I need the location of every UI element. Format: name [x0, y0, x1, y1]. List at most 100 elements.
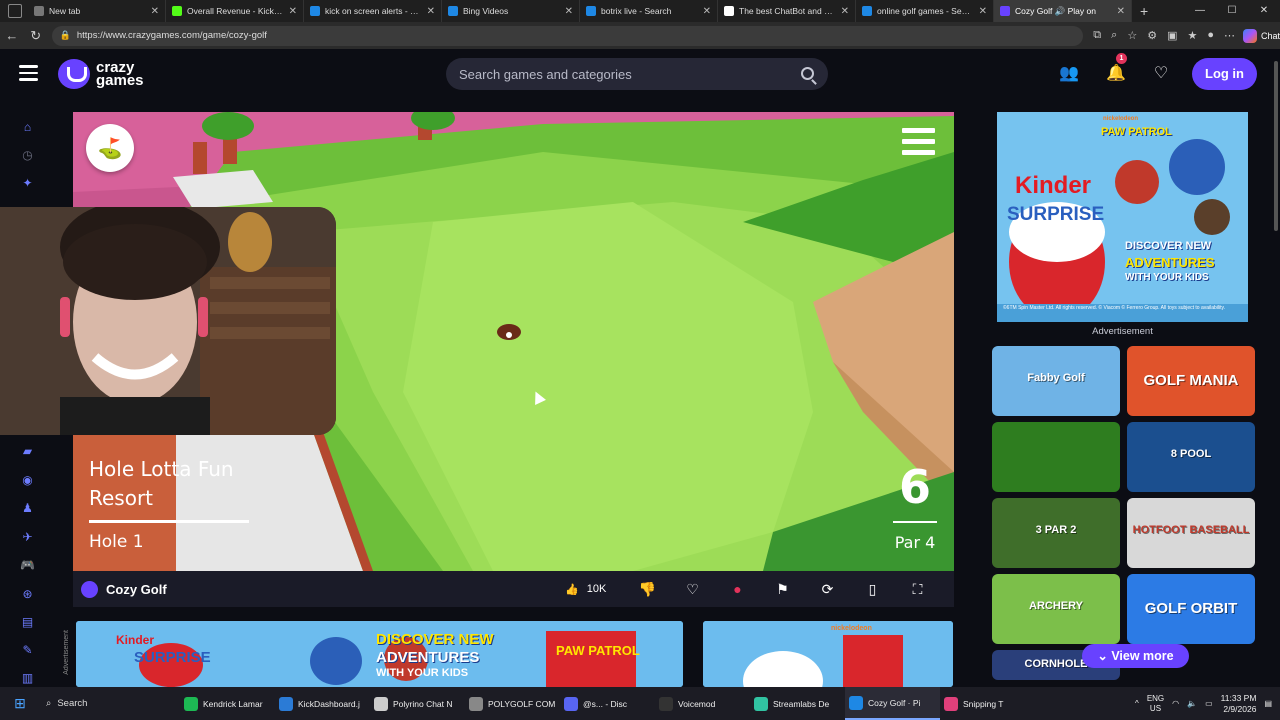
taskbar-app[interactable]: Streamlabs De — [750, 687, 845, 720]
tray-chevron-icon[interactable]: ^ — [1135, 699, 1139, 708]
friends-icon[interactable]: 👥 — [1058, 63, 1080, 85]
tab-close-icon[interactable]: ✕ — [151, 6, 159, 17]
game-thumbnail[interactable]: Fabby Golf — [992, 346, 1120, 416]
more-menu-icon[interactable]: ⋯ — [1224, 29, 1235, 42]
home-icon[interactable]: ⌂ — [20, 120, 35, 135]
favorite-icon[interactable]: ☆ — [1127, 29, 1137, 42]
more-categories-icon[interactable]: ▥ — [20, 671, 35, 686]
clicker-games-icon[interactable]: ◉ — [20, 473, 35, 488]
camera-toggle-icon[interactable]: ⛳ — [86, 124, 134, 172]
bottom-square-ad[interactable]: nickelodeon — [703, 621, 953, 687]
minimize-button[interactable]: — — [1184, 0, 1216, 22]
tab-close-icon[interactable]: ✕ — [979, 6, 987, 17]
extensions-icon[interactable]: ⚙ — [1147, 29, 1157, 42]
game-thumbnail[interactable]: GOLF ORBIT — [1127, 574, 1255, 644]
taskbar-app[interactable]: Snipping T — [940, 687, 1035, 720]
mobile-icon[interactable]: ▯ — [850, 581, 895, 598]
taskbar-app[interactable]: @s... - Disc — [560, 687, 655, 720]
logo-text: crazy games — [96, 60, 144, 88]
game-menu-icon[interactable] — [902, 128, 935, 156]
fullscreen-icon[interactable]: ⛶ — [895, 581, 940, 598]
favorites-bar-icon[interactable]: ★ — [1187, 29, 1197, 42]
tab-close-icon[interactable]: ✕ — [427, 6, 435, 17]
volume-icon[interactable]: 🔈 — [1187, 699, 1197, 708]
kids-mode-icon[interactable]: ● — [715, 581, 760, 597]
report-icon[interactable]: ⚑ — [760, 581, 805, 598]
search-icon[interactable] — [801, 67, 814, 80]
like-button[interactable]: 👍 10K — [565, 583, 625, 596]
car-games-icon[interactable]: ▰ — [20, 444, 35, 459]
browser-tab[interactable]: Cozy Golf 🔊 Play on ✕ — [994, 0, 1132, 22]
tab-favicon-icon — [1000, 6, 1010, 16]
windows-start-icon[interactable]: ⊞ — [0, 695, 40, 712]
split-screen-icon[interactable]: ▣ — [1167, 29, 1177, 42]
browser-tab[interactable]: The best ChatBot and Widge ✕ — [718, 0, 856, 22]
new-games-icon[interactable]: ✦ — [20, 176, 35, 191]
controller-icon[interactable]: 🎮 — [20, 558, 35, 573]
login-button[interactable]: Log in — [1192, 58, 1257, 90]
game-thumbnail[interactable]: HOTFOOT BASEBALL — [1127, 498, 1255, 568]
game-thumbnail[interactable]: GOLF MANIA — [1127, 346, 1255, 416]
tab-close-icon[interactable]: ✕ — [703, 6, 711, 17]
browser-tab[interactable]: New tab ✕ — [28, 0, 166, 22]
tab-close-icon[interactable]: ✕ — [841, 6, 849, 17]
view-more-button[interactable]: ⌄ View more — [1082, 644, 1189, 668]
tab-close-icon[interactable]: ✕ — [1117, 6, 1125, 17]
taskbar-app[interactable]: Voicemod — [655, 687, 750, 720]
game-thumbnail[interactable]: 8 POOL — [1127, 422, 1255, 492]
favorite-heart-icon[interactable]: ♡ — [670, 581, 715, 598]
maximize-button[interactable]: ☐ — [1216, 0, 1248, 22]
taskbar-app[interactable]: Cozy Golf · Pi — [845, 687, 940, 720]
wifi-icon[interactable]: ◠ — [1172, 699, 1179, 708]
driving-icon[interactable]: ⊛ — [20, 587, 35, 602]
taskbar-app[interactable]: Kendrick Lamar — [180, 687, 275, 720]
language-indicator[interactable]: ENG US — [1147, 694, 1164, 714]
taskbar-app-icon — [279, 696, 293, 711]
read-aloud-icon[interactable]: ⧉ — [1093, 29, 1101, 42]
new-tab-button[interactable]: + — [1140, 3, 1148, 19]
game-thumbnail[interactable]: ARCHERY — [992, 574, 1120, 644]
tab-close-icon[interactable]: ✕ — [289, 6, 297, 17]
browser-tab[interactable]: botrix live - Search ✕ — [580, 0, 718, 22]
notifications-icon[interactable]: ▤ — [1264, 699, 1272, 708]
search-input[interactable]: Search games and categories — [446, 58, 828, 90]
tab-close-icon[interactable]: ✕ — [565, 6, 573, 17]
page-scrollbar[interactable] — [1272, 49, 1280, 687]
url-field[interactable]: 🔒 https://www.crazygames.com/game/cozy-g… — [51, 25, 1084, 46]
browser-tab[interactable]: kick on screen alerts - Search ✕ — [304, 0, 442, 22]
share-icon[interactable]: ⟳ — [805, 581, 850, 598]
hamburger-menu-icon[interactable] — [19, 65, 38, 81]
thumbs-up-icon: 👍 — [565, 583, 579, 596]
site-header: crazy games Search games and categories … — [0, 49, 1272, 101]
copilot-chat-button[interactable]: Chat — [1243, 28, 1280, 43]
sidebar-ad[interactable]: nickelodeon PAW PATROL Kinder SURPRISE D… — [997, 112, 1248, 322]
taskbar-app[interactable]: Polyrino Chat N — [370, 687, 465, 720]
browser-tab[interactable]: online golf games - Search ✕ — [856, 0, 994, 22]
mahjong-icon[interactable]: ▤ — [20, 615, 35, 630]
game-thumbnail[interactable] — [992, 422, 1120, 492]
refresh-icon[interactable]: ↻ — [24, 28, 48, 44]
tab-actions-icon[interactable] — [8, 4, 22, 18]
recent-icon[interactable]: ◷ — [20, 148, 35, 163]
action-games-icon[interactable]: ✈ — [20, 530, 35, 545]
thumbs-down-icon[interactable]: 👎 — [625, 581, 670, 598]
heart-icon[interactable]: ♡ — [1150, 63, 1172, 85]
io-games-icon[interactable]: ♟ — [20, 501, 35, 516]
crazygames-logo[interactable]: crazy games — [58, 59, 144, 89]
battery-icon[interactable]: ▭ — [1205, 699, 1213, 708]
clock[interactable]: 11:33 PM 2/9/2026 — [1221, 693, 1257, 715]
taskbar-app[interactable]: KickDashboard.j — [275, 687, 370, 720]
zoom-icon[interactable]: ⌕ — [1111, 29, 1117, 42]
close-window-button[interactable]: ✕ — [1248, 0, 1280, 22]
tab-title: kick on screen alerts - Search — [325, 6, 423, 16]
puzzle-icon[interactable]: ✎ — [20, 643, 35, 658]
bell-icon[interactable]: 🔔 — [1105, 63, 1127, 85]
back-icon[interactable]: ← — [0, 28, 24, 43]
profile-icon[interactable]: ● — [1207, 29, 1214, 42]
bottom-banner-ad[interactable]: Kinder SURPRISE DISCOVER NEW ADVENTURES … — [76, 621, 683, 687]
taskbar-app[interactable]: POLYGOLF COM — [465, 687, 560, 720]
game-thumbnail[interactable]: 3 PAR 2 — [992, 498, 1120, 568]
browser-tab[interactable]: Overall Revenue - Kick Dash ✕ — [166, 0, 304, 22]
taskbar-search[interactable]: ⌕ Search — [40, 692, 180, 716]
browser-tab[interactable]: Bing Videos ✕ — [442, 0, 580, 22]
